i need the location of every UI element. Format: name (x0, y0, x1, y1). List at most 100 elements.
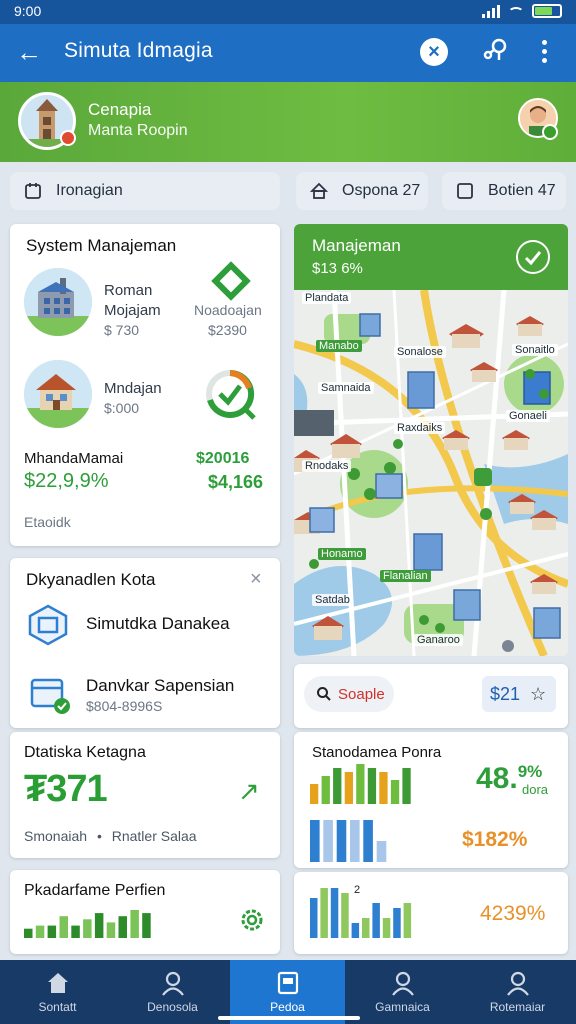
chart-value-small: 9% (517, 762, 543, 781)
stats-footer: Smonaiah • Rnatler Salaa (24, 828, 197, 844)
chart-bar (330, 888, 339, 938)
stats-title: Dtatiska Ketagna (24, 744, 146, 761)
banner-title: Cenapia (88, 100, 152, 119)
nav-item-denosola[interactable]: Denosola (115, 960, 230, 1024)
app-bar: ← Simuta Idmagia × (0, 24, 576, 82)
person-icon (160, 970, 186, 996)
chart-bar (323, 820, 333, 862)
search-input[interactable]: Soaple (304, 676, 394, 712)
chip-ospona[interactable]: Ospona 27 (296, 172, 428, 210)
checkbox-icon (456, 182, 474, 200)
box-icon (26, 602, 70, 646)
map-header: Manajeman $13 6% (294, 224, 568, 290)
bottom-nav: Sontatt Denosola Pedoa Gamnaica Rotemaia… (0, 960, 576, 1024)
nav-label: Denosola (147, 1000, 198, 1014)
chart-bar (382, 918, 391, 938)
map-label: Rnodaks (302, 460, 352, 472)
nav-item-rotemaiar[interactable]: Rotemaiar (460, 960, 575, 1024)
gear-icon[interactable] (238, 906, 266, 934)
more-icon[interactable] (534, 36, 554, 68)
chart-value-3: 4239% (480, 902, 546, 925)
nav-label: Gamnaica (375, 1000, 430, 1014)
map-label-green: Manabo (316, 340, 362, 352)
alert-badge (60, 130, 76, 146)
district-item[interactable]: Simutdka Danakea (86, 614, 230, 634)
map-title: Manajeman (312, 236, 401, 255)
diamond-status-icon (210, 260, 254, 304)
doc-icon (275, 970, 301, 996)
chart-bar (35, 925, 45, 938)
calendar-icon (24, 182, 42, 200)
home-indicator[interactable] (218, 1016, 360, 1020)
house-thumb[interactable] (24, 360, 92, 428)
house-icon (309, 182, 329, 200)
summary-right-label: $20016 (196, 450, 250, 467)
chart-bar (333, 768, 342, 804)
map-label: Samnaida (318, 382, 374, 394)
chart-bar (356, 764, 365, 804)
system-card-title: System Manajeman (26, 236, 177, 255)
online-badge (542, 124, 558, 140)
chart-bar (106, 922, 116, 938)
chart-bar (94, 913, 104, 938)
map-label-green: Flanalian (380, 570, 431, 582)
progress-check-icon (204, 368, 260, 424)
bar-chart-mid (310, 820, 387, 862)
price-label: $21 (490, 683, 521, 704)
chart-bar (351, 923, 360, 938)
chart-bar (310, 898, 318, 938)
district-item[interactable]: Danvkar Sapensian (86, 676, 234, 696)
map-label: Sonaitlo (512, 344, 558, 356)
chart-value-main: 48. (476, 762, 518, 795)
chart-bar (320, 888, 328, 938)
map-label: Gonaeli (506, 410, 550, 422)
nav-item-pedoa[interactable]: Pedoa (230, 960, 345, 1024)
item-sub: Mojajam (104, 302, 161, 319)
chart-bar (321, 776, 330, 804)
share-icon[interactable] (478, 36, 510, 68)
performance-card: Pkadarfame Perfien (10, 870, 280, 954)
chart-bar (59, 916, 68, 938)
trend-arrow-icon[interactable]: ↗ (238, 776, 260, 807)
item-name: Roman (104, 282, 153, 299)
chart-bar (344, 772, 353, 804)
chart-bar (341, 893, 349, 938)
item-name: Mndajan (104, 380, 162, 397)
factory-thumb[interactable] (24, 268, 92, 336)
system-card: System Manajeman Roman Mojajam $ 730 Noa… (10, 224, 280, 546)
close-icon[interactable]: × (420, 38, 448, 66)
chart-marker: 2 (354, 884, 361, 896)
chip-ironagian[interactable]: Ironagian (10, 172, 280, 210)
chip-label: Ospona 27 (342, 182, 421, 199)
app-title: Simuta Idmagia (64, 39, 213, 62)
chart-bar (310, 784, 319, 804)
check-circle-icon[interactable] (516, 240, 550, 274)
chart-bar (393, 908, 401, 938)
signal-icon (482, 4, 500, 18)
chart-bar (402, 768, 411, 804)
performance-title: Pkadarfame Perfien (24, 882, 166, 899)
price-filter[interactable]: $21 ☆ (482, 676, 556, 712)
chart-card: Stanodamea Ponra 48.9% dora $182% (294, 732, 568, 868)
close-icon[interactable]: × (250, 568, 262, 591)
chart-bar (47, 925, 57, 938)
chart-bar (350, 820, 360, 862)
item-name: Noadoajan (194, 302, 262, 318)
stats-value: ₮371 (24, 768, 108, 810)
nav-item-sontatt[interactable]: Sontatt (0, 960, 115, 1024)
profile-banner: Cenapia Manta Roopin (0, 82, 576, 162)
chip-botien[interactable]: Botien 47 (442, 172, 566, 210)
card-footer: Etaoidk (24, 514, 71, 530)
map-label: Ganaroo (414, 634, 463, 646)
chart-bar (367, 768, 377, 804)
battery-icon (532, 4, 562, 18)
home-icon (45, 970, 71, 996)
back-arrow-icon[interactable]: ← (12, 36, 46, 70)
performance-chart (24, 910, 151, 938)
chart-card-2: 2 4239% (294, 872, 568, 954)
nav-item-gamnaica[interactable]: Gamnaica (345, 960, 460, 1024)
wifi-icon (508, 7, 524, 19)
package-check-icon (26, 670, 74, 718)
district-card: Dkyanadlen Kota × Simutdka Danakea Danvk… (10, 558, 280, 728)
map-value: $13 6% (312, 260, 363, 277)
